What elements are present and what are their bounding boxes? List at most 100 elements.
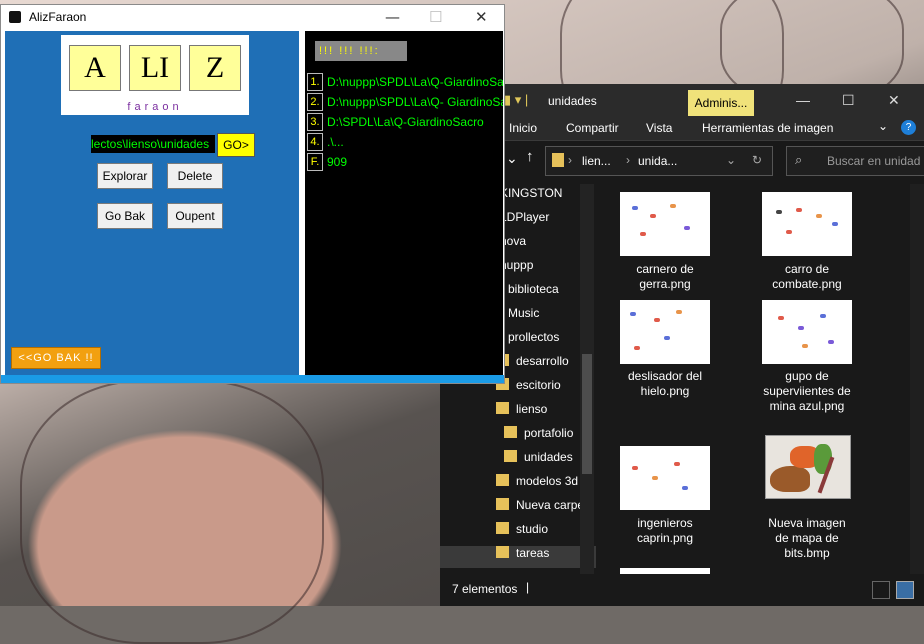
tab-inicio[interactable]: Inicio [509, 121, 537, 135]
nav-item-music[interactable]: Music [508, 306, 539, 320]
tab-herramientas-imagen[interactable]: Herramientas de imagen [702, 121, 833, 135]
thumbnail-carro[interactable] [762, 192, 852, 256]
maximize-icon[interactable]: ☐ [429, 8, 442, 26]
file-name-line: gupo de [785, 369, 829, 383]
maximize-icon[interactable]: ☐ [842, 92, 855, 109]
folder-icon [496, 546, 509, 558]
nav-item-tareas[interactable]: tareas [496, 546, 549, 560]
file-name-line: bits.bmp [784, 546, 830, 560]
file-nueva-imagen-bmp[interactable]: Nueva imagen de mapa de bits.bmp [751, 516, 863, 561]
go-bak-button[interactable]: Go Bak [97, 203, 153, 229]
go-button[interactable]: GO> [217, 133, 255, 157]
folder-icon [496, 402, 509, 414]
chevron-down-icon[interactable]: ⌄ [878, 119, 888, 133]
wallpaper-line [20, 380, 324, 644]
chevron-right-icon: › [568, 153, 572, 167]
go-bak-bar-button[interactable]: <<GO BAK !! [11, 347, 101, 369]
file-gupo-de-superviientes[interactable]: gupo de superviientes de mina azul.png [751, 369, 863, 414]
file-carro-de-combate[interactable]: carro de combate.png [751, 262, 863, 292]
nav-label: Nueva carpe [516, 498, 585, 512]
file-deslisador-del-hielo[interactable]: deslisador del hielo.png [609, 369, 721, 399]
nav-label: KINGSTON [500, 186, 563, 200]
console-line[interactable]: 1. D:\nuppp\SPDL\La\Q-GiardinoSa [305, 73, 503, 91]
minimize-icon[interactable]: — [796, 92, 810, 108]
close-icon[interactable]: ✕ [888, 92, 900, 109]
window-bottom-strip [1, 375, 504, 383]
logo-subtitle: faraon [127, 101, 183, 113]
close-icon[interactable]: ✕ [475, 8, 488, 26]
refresh-icon[interactable]: ↻ [752, 153, 762, 167]
details-view-icon[interactable] [872, 581, 890, 599]
nav-scrollbar-thumb[interactable] [582, 354, 592, 474]
console-line[interactable]: F. 909 [305, 153, 503, 171]
nav-label: prollectos [508, 330, 560, 344]
nav-item-desarrollo[interactable]: desarrollo [496, 354, 569, 368]
line-text: D:\nuppp\SPDL\La\Q-GiardinoSa [327, 75, 503, 89]
nav-item-nueva-carpeta[interactable]: Nueva carpe [496, 498, 584, 512]
explorar-button[interactable]: Explorar [97, 163, 153, 189]
logo-tile: LI [129, 45, 181, 91]
content-scrollbar[interactable] [910, 184, 924, 574]
thumbnail-gupo[interactable] [762, 300, 852, 364]
item-count: 7 elementos [452, 582, 518, 596]
line-text: D:\nuppp\SPDL\La\Q- GiardinoSa [327, 95, 503, 109]
file-name-line: hielo.png [640, 384, 690, 398]
search-placeholder: Buscar en unidad [827, 154, 921, 168]
nav-item-unidades[interactable]: unidades [504, 450, 573, 464]
oupent-button[interactable]: Oupent [167, 203, 223, 229]
alizfaraon-window: AlizFaraon — ☐ ✕ A LI Z faraon lectos\li… [0, 4, 505, 384]
nav-item-escitorio[interactable]: escitorio [496, 378, 561, 392]
dropdown-icon[interactable]: ⌄ [506, 150, 518, 167]
thumbnail-carnero[interactable] [620, 192, 710, 256]
thumbnail-nueva-imagen[interactable] [765, 435, 851, 499]
large-icons-view-icon[interactable] [896, 581, 914, 599]
nav-item-lienso[interactable]: lienso [496, 402, 547, 416]
nav-label: studio [516, 522, 549, 536]
line-text: .\... [327, 135, 344, 149]
nav-item-biblioteca[interactable]: biblioteca [508, 282, 559, 296]
delete-button[interactable]: Delete [167, 163, 223, 189]
logo-tile: A [69, 45, 121, 91]
control-panel: A LI Z faraon lectos\lienso\unidades GO>… [5, 31, 299, 375]
explorer-title: unidades [548, 94, 597, 108]
nav-item-modelos-3d[interactable]: modelos 3d [496, 474, 578, 488]
nav-label: Music [508, 306, 540, 320]
search-input[interactable]: ⌕ Buscar en unidad [786, 146, 924, 176]
file-name-line: ingenieros [637, 516, 693, 530]
thumbnail-deslisador[interactable] [620, 300, 710, 364]
nav-item-nuppp[interactable]: nuppp [500, 258, 533, 272]
explorer-title-bar: ▮ ▾ | unidades Adminis... — ☐ ✕ [440, 84, 924, 116]
up-arrow-icon[interactable]: ↑ [526, 148, 534, 165]
console-line[interactable]: 3. D:\SPDL\La\Q-GiardinoSacro [305, 113, 503, 131]
tab-compartir[interactable]: Compartir [566, 121, 619, 135]
folder-icon [504, 450, 517, 462]
paint-blob [770, 466, 810, 492]
console-line[interactable]: 4. .\... [305, 133, 503, 151]
nav-item-studio[interactable]: studio [496, 522, 548, 536]
manage-tab[interactable]: Adminis... [688, 90, 754, 116]
search-icon: ⌕ [795, 152, 803, 167]
nav-item-ldplayer[interactable]: LDPlayer [500, 210, 549, 224]
thumbnail-ingenieros[interactable] [620, 446, 710, 510]
breadcrumb-unidades[interactable]: unida... [638, 154, 677, 168]
status-divider: | [526, 580, 530, 594]
breadcrumb-lienso[interactable]: lien... [582, 154, 611, 168]
file-ingenieros-caprin[interactable]: ingenieros caprin.png [609, 516, 721, 546]
quick-access-icons[interactable]: ▮ ▾ | [504, 92, 528, 108]
tab-vista[interactable]: Vista [646, 121, 672, 135]
console-line[interactable]: 2. D:\nuppp\SPDL\La\Q- GiardinoSa [305, 93, 503, 111]
path-input[interactable]: lectos\lienso\unidades [91, 135, 215, 153]
nav-label: lienso [516, 402, 548, 416]
address-bar[interactable]: › lien... › unida... ⌄ ↻ [545, 146, 773, 176]
nav-item-kingston[interactable]: KINGSTON [500, 186, 562, 200]
nav-item-prollectos[interactable]: prollectos [508, 330, 559, 344]
minimize-icon[interactable]: — [385, 8, 400, 26]
help-icon[interactable]: ? [901, 120, 916, 135]
file-carnero-de-gerra[interactable]: carnero de gerra.png [609, 262, 721, 292]
nav-item-portafolio[interactable]: portafolio [504, 426, 573, 440]
line-number: 1. [307, 73, 323, 91]
line-number: 4. [307, 133, 323, 151]
chevron-down-icon[interactable]: ⌄ [726, 153, 736, 167]
file-name-line: carnero de [636, 262, 694, 276]
folder-icon [496, 522, 509, 534]
